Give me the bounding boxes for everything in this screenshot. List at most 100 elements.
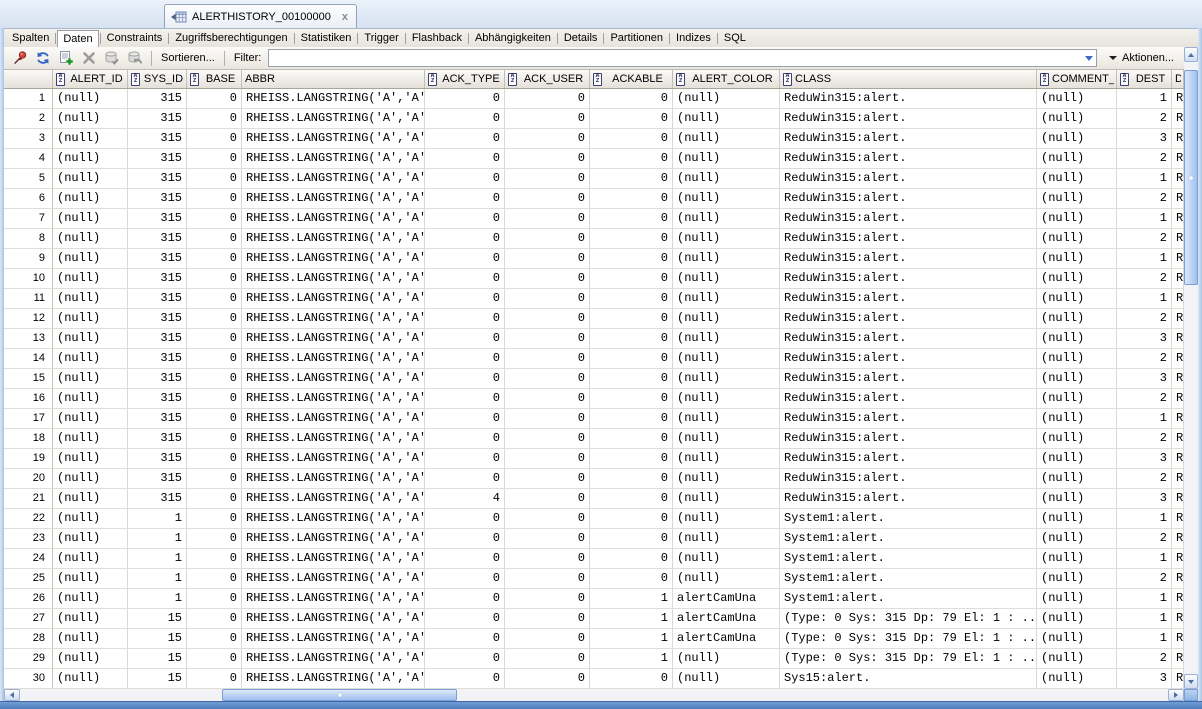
row-number[interactable]: 25 (4, 569, 53, 588)
cell[interactable]: R (1172, 129, 1184, 148)
cell[interactable]: R (1172, 449, 1184, 468)
cell[interactable]: 315 (128, 209, 187, 228)
cell[interactable]: ReduWin315:alert. (780, 129, 1037, 148)
row-number[interactable]: 20 (4, 469, 53, 488)
cell[interactable]: ReduWin315:alert. (780, 449, 1037, 468)
cell[interactable]: 0 (590, 229, 673, 248)
column-header-sys_id[interactable]: AZSYS_ID (128, 70, 187, 88)
cell[interactable]: 0 (425, 609, 505, 628)
cell[interactable]: (null) (673, 569, 780, 588)
cell[interactable]: RHEISS.LANGSTRING('A','A') (242, 549, 425, 568)
close-icon[interactable]: x (342, 11, 348, 23)
cell[interactable]: 0 (425, 109, 505, 128)
cell[interactable]: 0 (590, 269, 673, 288)
cell[interactable]: 0 (425, 289, 505, 308)
cell[interactable]: 2 (1117, 149, 1172, 168)
cell[interactable]: RHEISS.LANGSTRING('A','A') (242, 529, 425, 548)
row-number[interactable]: 8 (4, 229, 53, 248)
cell[interactable]: (null) (673, 169, 780, 188)
cell[interactable]: 2 (1117, 269, 1172, 288)
row-number[interactable]: 4 (4, 149, 53, 168)
cell[interactable]: 0 (590, 509, 673, 528)
cell[interactable]: 0 (425, 149, 505, 168)
cell[interactable]: 315 (128, 169, 187, 188)
cell[interactable]: 0 (590, 89, 673, 108)
cell[interactable]: (null) (673, 269, 780, 288)
cell[interactable]: 3 (1117, 329, 1172, 348)
row-number[interactable]: 22 (4, 509, 53, 528)
cell[interactable]: R (1172, 209, 1184, 228)
cell[interactable]: 315 (128, 309, 187, 328)
cell[interactable]: (null) (673, 89, 780, 108)
cell[interactable]: 0 (505, 389, 590, 408)
cell[interactable]: 315 (128, 449, 187, 468)
cell[interactable]: (null) (53, 489, 128, 508)
cell[interactable]: R (1172, 349, 1184, 368)
cell[interactable]: System1:alert. (780, 529, 1037, 548)
subtab-statistiken[interactable]: Statistiken (296, 30, 357, 47)
cell[interactable]: 0 (505, 589, 590, 608)
row-number[interactable]: 16 (4, 389, 53, 408)
column-header-alert_color[interactable]: AZALERT_COLOR (673, 70, 780, 88)
cell[interactable]: 0 (425, 589, 505, 608)
cell[interactable]: R (1172, 609, 1184, 628)
cell[interactable]: R (1172, 309, 1184, 328)
cell[interactable]: 0 (187, 229, 242, 248)
cell[interactable]: 0 (590, 369, 673, 388)
cell[interactable]: 0 (425, 349, 505, 368)
filter-input[interactable] (269, 51, 1081, 65)
tab-alerthistory[interactable]: ALERTHISTORY_00100000 x (164, 4, 357, 28)
cell[interactable]: (null) (1037, 629, 1117, 648)
cell[interactable]: 2 (1117, 469, 1172, 488)
column-header-d[interactable]: D (1172, 70, 1184, 88)
cell[interactable]: RHEISS.LANGSTRING('A','A') (242, 369, 425, 388)
cell[interactable]: 0 (187, 609, 242, 628)
cell[interactable]: (null) (673, 549, 780, 568)
cell[interactable]: (null) (673, 309, 780, 328)
cell[interactable]: R (1172, 149, 1184, 168)
cell[interactable]: System1:alert. (780, 569, 1037, 588)
cell[interactable]: ReduWin315:alert. (780, 389, 1037, 408)
cell[interactable]: 1 (128, 589, 187, 608)
cell[interactable]: (null) (673, 429, 780, 448)
cell[interactable]: 1 (128, 529, 187, 548)
cell[interactable]: 1 (590, 609, 673, 628)
cell[interactable]: RHEISS.LANGSTRING('A','A') (242, 109, 425, 128)
cell[interactable]: 0 (505, 489, 590, 508)
column-header-comment_[interactable]: AZCOMMENT_ (1037, 70, 1117, 88)
cell[interactable]: 0 (187, 629, 242, 648)
cell[interactable]: RHEISS.LANGSTRING('A','A') (242, 309, 425, 328)
cell[interactable]: R (1172, 669, 1184, 688)
cell[interactable]: (null) (673, 109, 780, 128)
cell[interactable]: 0 (590, 129, 673, 148)
cell[interactable]: 0 (425, 329, 505, 348)
cell[interactable]: 315 (128, 129, 187, 148)
cell[interactable]: 0 (425, 529, 505, 548)
cell[interactable]: R (1172, 509, 1184, 528)
row-number[interactable]: 2 (4, 109, 53, 128)
cell[interactable]: ReduWin315:alert. (780, 249, 1037, 268)
cell[interactable]: 1 (1117, 409, 1172, 428)
cell[interactable]: (null) (1037, 389, 1117, 408)
vertical-scrollbar[interactable] (1184, 47, 1198, 689)
cell[interactable]: 3 (1117, 669, 1172, 688)
cell[interactable]: 0 (425, 409, 505, 428)
cell[interactable]: 15 (128, 669, 187, 688)
cell[interactable]: ReduWin315:alert. (780, 289, 1037, 308)
subtab-trigger[interactable]: Trigger (359, 30, 403, 47)
cell[interactable]: 1 (1117, 509, 1172, 528)
cell[interactable]: 0 (187, 589, 242, 608)
sort-button[interactable]: Sortieren... (158, 52, 218, 64)
commit-icon[interactable] (101, 49, 122, 68)
cell[interactable]: (null) (673, 249, 780, 268)
cell[interactable]: ReduWin315:alert. (780, 329, 1037, 348)
cell[interactable]: 0 (505, 509, 590, 528)
cell[interactable]: 0 (505, 229, 590, 248)
cell[interactable]: 0 (187, 529, 242, 548)
cell[interactable]: 0 (187, 309, 242, 328)
cell[interactable]: (null) (673, 349, 780, 368)
row-number[interactable]: 9 (4, 249, 53, 268)
scroll-left-icon[interactable] (4, 689, 20, 701)
cell[interactable]: 0 (425, 549, 505, 568)
cell[interactable]: (null) (1037, 329, 1117, 348)
